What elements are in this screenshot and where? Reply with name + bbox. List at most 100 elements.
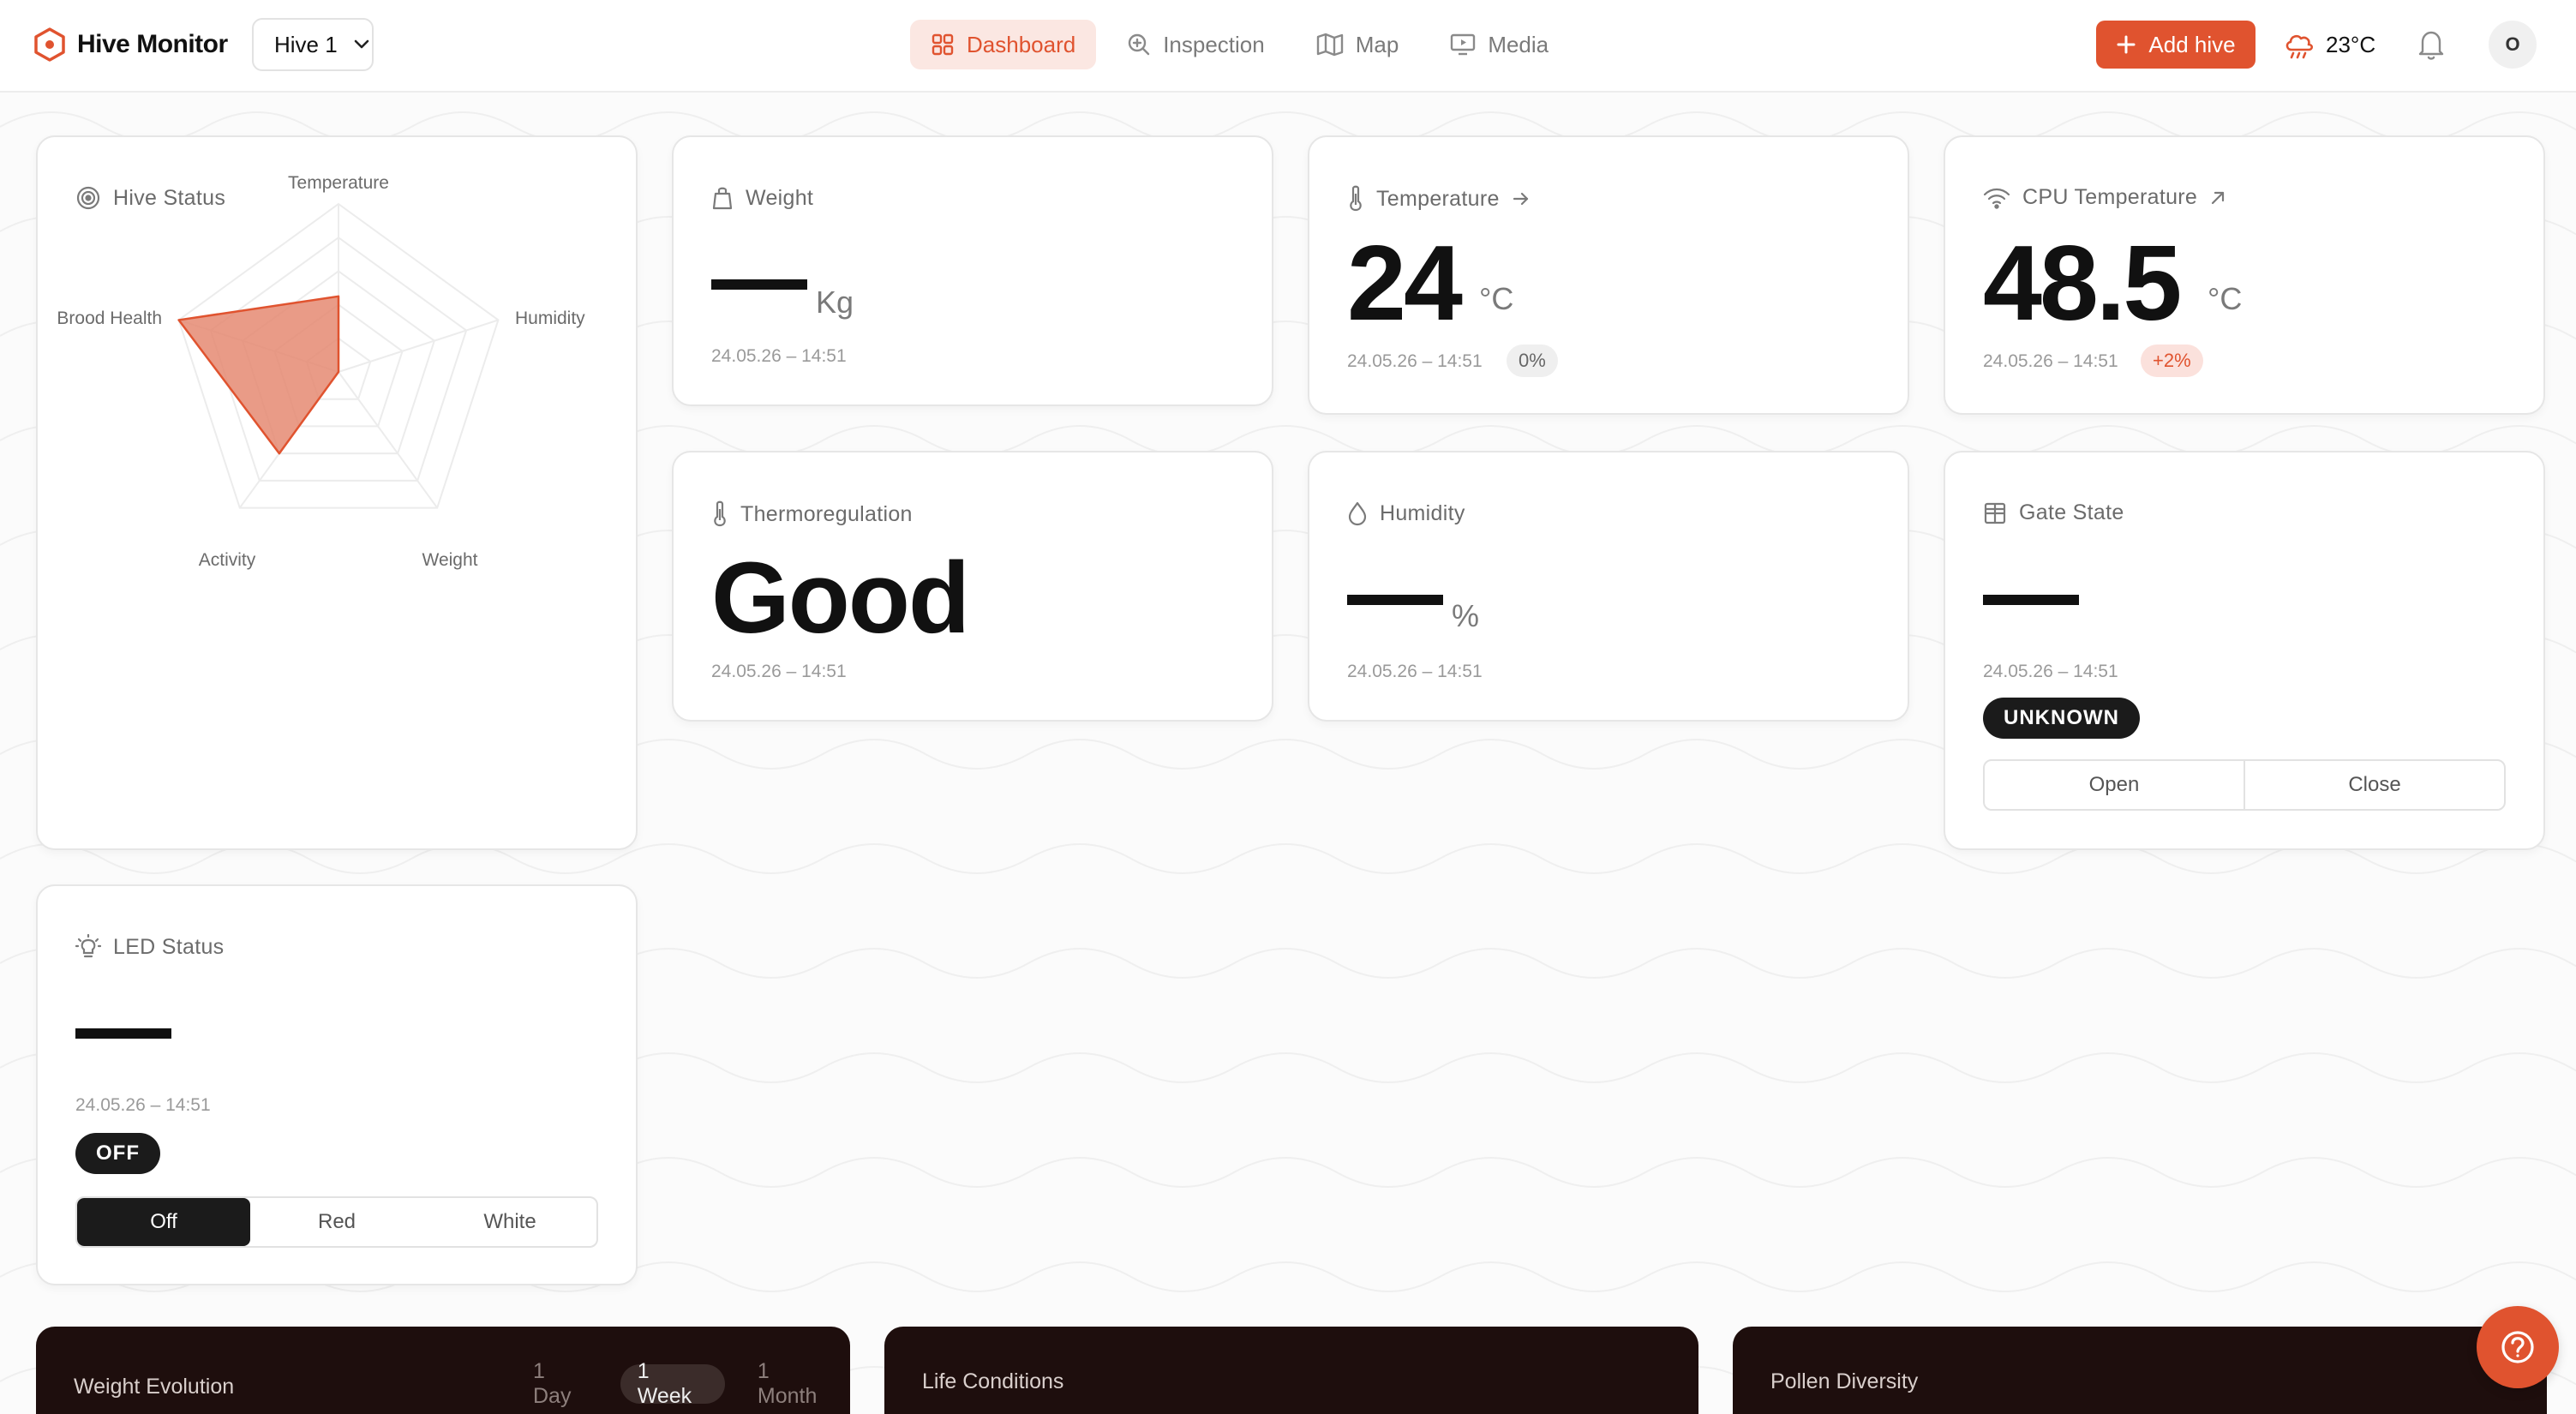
bell-icon[interactable] (2415, 27, 2447, 62)
wifi-icon (1983, 188, 2010, 209)
humidity-card: Humidity % 24.05.26 – 14:51 (1308, 451, 1909, 722)
weight-scale-icon (712, 187, 733, 210)
led-mode-off[interactable]: Off (77, 1198, 250, 1246)
cpu-temperature-card[interactable]: CPU Temperature 48.5 °C 24.05.26 – 14:51… (1944, 135, 2545, 415)
avatar-initial: O (2505, 33, 2520, 55)
cpu-temperature-value: 48.5 (1983, 225, 2182, 343)
add-hive-button[interactable]: Add hive (2096, 21, 2255, 69)
nav-inspection[interactable]: Inspection (1106, 20, 1285, 69)
thermoregulation-header: Thermoregulation (711, 500, 913, 528)
radar-axis-label: Weight (422, 550, 478, 570)
thermometer-icon (1350, 185, 1362, 212)
radar-axis-label: Brood Health (57, 309, 162, 328)
pollen-diversity-card: Pollen Diversity (1733, 1327, 2547, 1414)
hive-selector-value: Hive 1 (274, 31, 338, 57)
temperature-timestamp: 24.05.26 – 14:51 (1347, 351, 1483, 371)
thermoregulation-card: Thermoregulation Good 24.05.26 – 14:51 (672, 451, 1273, 722)
radar-value-area (177, 295, 340, 455)
humidity-header: Humidity (1347, 500, 1465, 526)
temperature-card[interactable]: Temperature 24 °C 24.05.26 – 14:51 0% (1308, 135, 1909, 415)
range-1-day[interactable]: 1 Day (516, 1359, 605, 1408)
led-status-timestamp: 24.05.26 – 14:51 (75, 1095, 211, 1115)
gate-state-title: Gate State (2019, 500, 2124, 524)
hive-status-card: Hive Status Temperature Humidity Weight Act… (36, 135, 638, 850)
gate-state-status-badge: UNKNOWN (1983, 698, 2140, 739)
led-status-empty-value (75, 1028, 171, 1039)
nav-dashboard-label: Dashboard (967, 31, 1076, 57)
user-avatar[interactable]: O (2489, 21, 2537, 69)
radar-axis-label: Temperature (288, 173, 389, 193)
cloud-rain-icon (2285, 34, 2314, 59)
gate-control-group: Open Close (1983, 759, 2506, 811)
gate-state-card: Gate State 24.05.26 – 14:51 UNKNOWN Open… (1944, 451, 2545, 850)
weather-widget[interactable]: 23°C (2283, 26, 2375, 63)
nav-dashboard[interactable]: Dashboard (910, 20, 1097, 69)
temperature-value: 24 (1347, 225, 1463, 343)
weight-evolution-card: Weight Evolution 1 Day 1 Week 1 Month (36, 1327, 850, 1414)
app-logo[interactable]: Hive Monitor (34, 26, 228, 63)
thermometer-icon (714, 500, 726, 527)
hive-selector[interactable]: Hive 1 (252, 18, 374, 71)
grid-icon (932, 33, 954, 56)
pollen-diversity-title: Pollen Diversity (1770, 1369, 1919, 1393)
temperature-unit: °C (1479, 281, 1514, 316)
radar-axis-line (338, 319, 499, 373)
nav-media-label: Media (1488, 31, 1549, 57)
magnify-plus-icon (1129, 33, 1150, 56)
cpu-temperature-title: CPU Temperature (2022, 185, 2198, 209)
lightbulb-icon (75, 934, 101, 958)
grid-window-icon (1984, 502, 2006, 524)
temperature-header: Temperature (1347, 185, 1531, 213)
range-1-month[interactable]: 1 Month (740, 1359, 850, 1408)
led-mode-red[interactable]: Red (250, 1198, 423, 1246)
app-name: Hive Monitor (77, 30, 228, 58)
add-hive-label: Add hive (2148, 31, 2236, 57)
gate-open-button[interactable]: Open (1985, 761, 2244, 809)
humidity-empty-value (1347, 595, 1443, 605)
cpu-temperature-header: CPU Temperature (1983, 185, 2226, 210)
weight-empty-value (711, 279, 807, 290)
temperature-title: Temperature (1376, 186, 1500, 211)
radar-axis-label: Humidity (515, 309, 585, 328)
nav-inspection-label: Inspection (1163, 31, 1265, 57)
gate-close-button[interactable]: Close (2244, 761, 2504, 809)
hive-status-radar-chart: Temperature Humidity Weight Activity Brood H… (57, 173, 585, 570)
monitor-play-icon (1451, 33, 1476, 56)
nav-media[interactable]: Media (1429, 20, 1569, 69)
cpu-temperature-change-badge: +2% (2141, 345, 2203, 377)
radar-axis-label: Activity (199, 550, 256, 570)
help-button[interactable] (2477, 1306, 2559, 1388)
weather-temperature: 23°C (2326, 31, 2376, 57)
chevron-down-icon (354, 39, 369, 49)
led-mode-white[interactable]: White (423, 1198, 596, 1246)
range-1-week[interactable]: 1 Week (620, 1359, 725, 1408)
weight-evolution-title: Weight Evolution (74, 1375, 235, 1399)
led-status-card: LED Status 24.05.26 – 14:51 OFF Off Red … (36, 884, 638, 1285)
thermoregulation-timestamp: 24.05.26 – 14:51 (711, 662, 847, 681)
gate-state-timestamp: 24.05.26 – 14:51 (1983, 662, 2118, 681)
thermoregulation-title: Thermoregulation (740, 501, 913, 526)
life-conditions-title: Life Conditions (922, 1369, 1064, 1393)
gate-state-empty-value (1983, 595, 2079, 605)
cpu-temperature-unit: °C (2208, 281, 2243, 316)
thermoregulation-value: Good (711, 542, 970, 655)
humidity-title: Humidity (1380, 500, 1465, 525)
led-status-header: LED Status (75, 934, 224, 960)
humidity-unit: % (1452, 598, 1480, 633)
weight-header: Weight (711, 185, 813, 211)
weight-evolution-range-selector: 1 Day 1 Week 1 Month (516, 1359, 850, 1408)
cpu-temperature-timestamp: 24.05.26 – 14:51 (1983, 351, 2118, 371)
main-nav: Dashboard Inspection Map Media (910, 20, 1569, 69)
gate-state-header: Gate State (1983, 500, 2124, 525)
arrow-up-right-icon[interactable] (2209, 189, 2226, 207)
weight-timestamp: 24.05.26 – 14:51 (711, 346, 847, 366)
question-circle-icon (2501, 1331, 2534, 1363)
water-drop-icon (1348, 501, 1367, 526)
nav-map[interactable]: Map (1296, 20, 1420, 69)
led-mode-selector: Off Red White (75, 1196, 598, 1248)
top-header: Hive Monitor Hive 1 Dashboard Inspection… (0, 0, 2576, 93)
humidity-timestamp: 24.05.26 – 14:51 (1347, 662, 1483, 681)
map-icon (1316, 33, 1343, 57)
plus-icon (2117, 35, 2136, 54)
arrow-right-icon[interactable] (1512, 189, 1531, 208)
